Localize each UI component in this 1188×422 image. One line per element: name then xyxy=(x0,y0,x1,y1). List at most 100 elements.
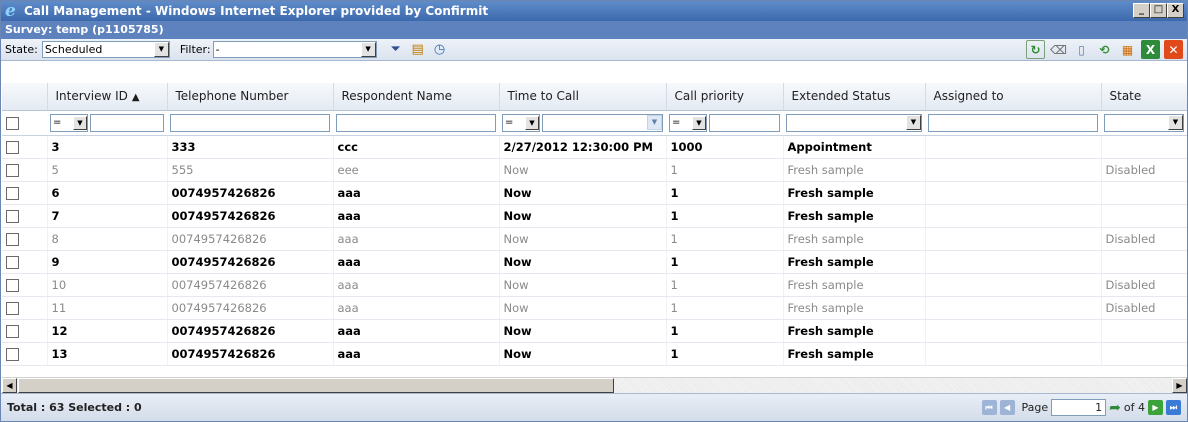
last-page-button[interactable]: ⏭ xyxy=(1166,400,1181,415)
column-header-telephone-number[interactable]: Telephone Number xyxy=(167,83,334,111)
minimize-button[interactable]: _ xyxy=(1133,3,1150,18)
table-row[interactable]: 7 0074957426826 aaa Now 1 Fresh sample xyxy=(2,204,1187,228)
interview-id-filter-input[interactable] xyxy=(90,113,164,132)
time-to-call-operator-select[interactable]: = ▼ xyxy=(502,113,540,132)
interview-id-cell: 5 xyxy=(47,158,168,182)
state-filter-select[interactable]: ▼ xyxy=(1104,113,1184,132)
row-checkbox[interactable] xyxy=(6,278,19,292)
maximize-button[interactable]: □ xyxy=(1150,3,1167,18)
table-row[interactable]: 13 0074957426826 aaa Now 1 Fresh sample xyxy=(2,342,1187,366)
select-all-checkbox[interactable] xyxy=(6,116,19,130)
scrollbar-thumb[interactable] xyxy=(18,378,614,393)
extended-status-filter-select[interactable]: ▼ xyxy=(786,113,922,132)
reschedule-icon[interactable]: ⟲ xyxy=(1095,40,1114,59)
interview-id-operator-select[interactable]: = ▼ xyxy=(50,113,88,132)
row-checkbox[interactable] xyxy=(6,140,19,154)
chevron-down-icon[interactable]: ▼ xyxy=(153,42,169,57)
time-to-call-cell: Now xyxy=(499,158,667,182)
scroll-left-button[interactable]: ◀ xyxy=(2,378,17,393)
time-to-call-cell: Now xyxy=(499,204,667,228)
table-row[interactable]: 9 0074957426826 aaa Now 1 Fresh sample xyxy=(2,250,1187,274)
filter-cell-name xyxy=(333,110,499,136)
row-checkbox[interactable] xyxy=(6,301,19,315)
row-checkbox[interactable] xyxy=(6,232,19,246)
state-cell xyxy=(1101,181,1187,205)
chevron-down-icon[interactable]: ▼ xyxy=(360,42,376,57)
table-row[interactable]: 5 555 eee Now 1 Fresh sample Disabled xyxy=(2,158,1187,182)
call-priority-filter-input[interactable] xyxy=(709,113,780,132)
excel-icon[interactable]: X xyxy=(1141,40,1160,59)
telephone-cell: 0074957426826 xyxy=(167,319,334,343)
column-header-call-priority[interactable]: Call priority xyxy=(666,83,784,111)
go-to-page-icon[interactable]: ➦ xyxy=(1109,400,1121,416)
respondent-name-filter-input[interactable] xyxy=(336,113,496,132)
table-row[interactable]: 6 0074957426826 aaa Now 1 Fresh sample xyxy=(2,181,1187,205)
calendar-dropdown-icon[interactable]: ▼ xyxy=(647,115,662,130)
chevron-down-icon[interactable]: ▼ xyxy=(1168,115,1183,130)
row-checkbox[interactable] xyxy=(6,324,19,338)
state-select[interactable]: Scheduled ▼ xyxy=(41,41,170,58)
export-icon[interactable]: ▦ xyxy=(1118,40,1137,59)
table-row[interactable]: 12 0074957426826 aaa Now 1 Fresh sample xyxy=(2,319,1187,343)
row-checkbox[interactable] xyxy=(6,209,19,223)
chevron-down-icon[interactable]: ▼ xyxy=(906,115,921,130)
row-checkbox[interactable] xyxy=(6,186,19,200)
telephone-filter-input[interactable] xyxy=(170,113,330,132)
filter-select[interactable]: - ▼ xyxy=(212,41,377,58)
first-page-button[interactable]: ⏮ xyxy=(981,400,997,415)
column-header-interview-id[interactable]: Interview ID ▲ xyxy=(47,83,168,111)
state-cell xyxy=(1101,342,1187,366)
filter-cell-interview-id: = ▼ xyxy=(47,110,167,136)
filter-select-value: - xyxy=(215,43,220,56)
schedule-clock-icon[interactable]: ◷ xyxy=(431,41,449,59)
chevron-down-icon[interactable]: ▼ xyxy=(525,115,539,130)
close-window-button[interactable]: X xyxy=(1167,3,1184,18)
next-page-button[interactable]: ▶ xyxy=(1148,400,1163,415)
row-checkbox[interactable] xyxy=(6,163,19,177)
previous-page-button[interactable]: ◀ xyxy=(999,400,1015,415)
chevron-down-icon[interactable]: ▼ xyxy=(73,115,87,130)
row-select-cell xyxy=(2,158,48,182)
row-checkbox[interactable] xyxy=(6,255,19,269)
time-to-call-cell: 2/27/2012 12:30:00 PM xyxy=(499,135,667,159)
refresh-icon[interactable]: ↻ xyxy=(1026,40,1045,59)
chevron-down-icon[interactable]: ▼ xyxy=(692,115,706,130)
call-priority-cell: 1 xyxy=(666,342,784,366)
respondent-name-cell: aaa xyxy=(333,342,500,366)
table-row[interactable]: 10 0074957426826 aaa Now 1 Fresh sample Disabl… xyxy=(2,273,1187,297)
filter-icon[interactable]: ⏷ xyxy=(387,41,405,59)
respondent-name-cell: ccc xyxy=(333,135,500,159)
state-cell: Disabled xyxy=(1101,273,1187,297)
delete-icon[interactable]: ✕ xyxy=(1164,40,1183,59)
window-title: Call Management - Windows Internet Explo… xyxy=(24,4,489,18)
column-header-extended-status[interactable]: Extended Status xyxy=(783,83,926,111)
table-row[interactable]: 3 333 ccc 2/27/2012 12:30:00 PM 1000 Appointm… xyxy=(2,135,1187,159)
horizontal-scrollbar[interactable]: ◀ ▶ xyxy=(2,377,1187,393)
title-bar[interactable]: e Call Management - Windows Internet Exp… xyxy=(1,1,1187,21)
internet-explorer-icon: e xyxy=(5,1,16,21)
call-priority-cell: 1 xyxy=(666,204,784,228)
new-document-icon[interactable]: ▯ xyxy=(1072,40,1091,59)
assigned-to-cell xyxy=(925,273,1102,297)
column-header-assigned-to[interactable]: Assigned to xyxy=(925,83,1102,111)
edit-filter-icon[interactable]: ▤ xyxy=(409,41,427,59)
interview-id-cell: 3 xyxy=(47,135,168,159)
assigned-to-filter-input[interactable] xyxy=(928,113,1098,132)
column-header-respondent-name[interactable]: Respondent Name xyxy=(333,83,500,111)
column-header-state[interactable]: State xyxy=(1101,83,1187,111)
assigned-to-cell xyxy=(925,204,1102,228)
respondent-name-cell: aaa xyxy=(333,181,500,205)
table-row[interactable]: 8 0074957426826 aaa Now 1 Fresh sample Disable… xyxy=(2,227,1187,251)
call-priority-operator-select[interactable]: = ▼ xyxy=(669,113,707,132)
column-header-time-to-call[interactable]: Time to Call xyxy=(499,83,667,111)
scroll-right-button[interactable]: ▶ xyxy=(1172,378,1187,393)
respondent-name-cell: aaa xyxy=(333,227,500,251)
header-row: Interview ID ▲ Telephone Number Responden… xyxy=(2,83,1187,111)
time-to-call-date-picker[interactable]: ▼ xyxy=(542,113,663,132)
assigned-to-cell xyxy=(925,181,1102,205)
page-number-input[interactable]: 1 xyxy=(1051,399,1107,416)
table-row[interactable]: 11 0074957426826 aaa Now 1 Fresh sample Disabl… xyxy=(2,296,1187,320)
eraser-icon[interactable]: ⌫ xyxy=(1049,40,1068,59)
row-checkbox[interactable] xyxy=(6,347,19,361)
interview-id-cell: 6 xyxy=(47,181,168,205)
